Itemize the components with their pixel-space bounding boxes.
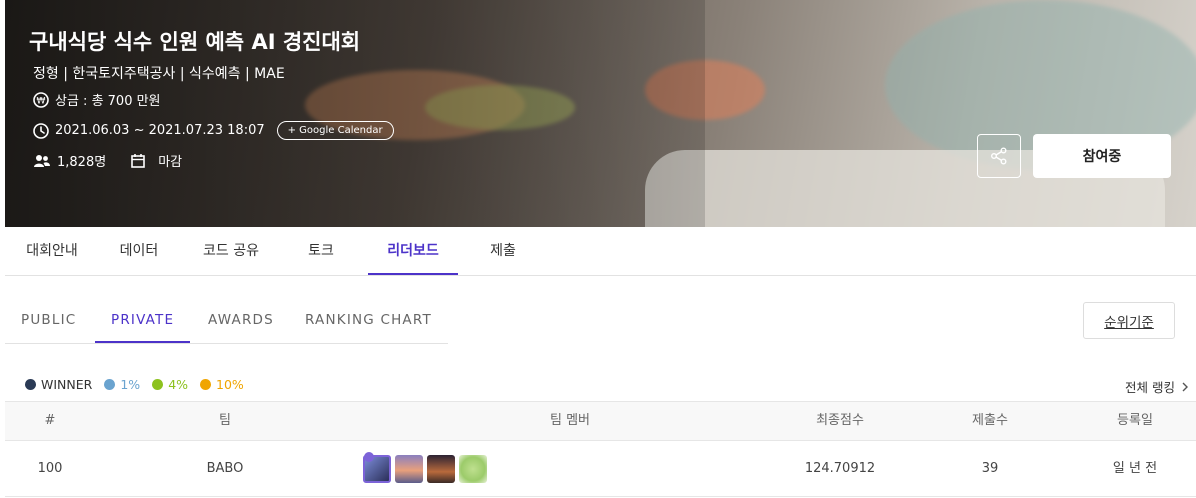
people-icon (34, 154, 50, 167)
main-tab-bar: 대회안내 데이터 코드 공유 토크 리더보드 제출 (5, 227, 1196, 276)
calendar-icon (131, 153, 145, 168)
subtab-private[interactable]: PRIVATE (95, 297, 191, 343)
legend-label: 4% (168, 377, 189, 392)
tab-code-share[interactable]: 코드 공유 (195, 227, 267, 275)
legend-label: WINNER (41, 377, 93, 392)
row-team[interactable]: BABO (165, 441, 285, 497)
deadline-status: 마감 (130, 151, 182, 170)
won-icon: ₩ (33, 91, 49, 108)
row-submissions: 39 (981, 461, 999, 476)
participants-count: 1,828명 (57, 155, 107, 170)
col-members: 팀 멤버 (549, 413, 590, 428)
svg-text:₩: ₩ (37, 96, 46, 106)
row-score: 124.70912 (804, 461, 876, 476)
tab-talk[interactable]: 토크 (298, 227, 344, 275)
legend-dot (152, 379, 164, 390)
leaderboard-header: # 팀 팀 멤버 최종점수 제출수 등록일 (5, 401, 1196, 441)
avatar[interactable] (459, 455, 487, 483)
clock-icon (33, 122, 49, 139)
prize-row: ₩ 상금 : 총 700 만원 (33, 90, 161, 109)
legend-label: 1% (120, 377, 141, 392)
legend-top10: 10% (200, 377, 244, 392)
subtab-awards[interactable]: AWARDS (208, 297, 274, 343)
full-ranking-label: 전체 랭킹 (1125, 380, 1175, 395)
col-rank: # (44, 413, 56, 428)
avatar[interactable] (427, 455, 455, 483)
subtab-public[interactable]: PUBLIC (21, 297, 76, 343)
legend-dot (200, 379, 212, 390)
competition-title: 구내식당 식수 인원 예측 AI 경진대회 (29, 30, 361, 54)
prize-text: 상금 : 총 700 만원 (55, 94, 161, 109)
tier-legend: WINNER 1% 4% 10% (25, 377, 256, 392)
leader-badge-icon (364, 452, 374, 462)
legend-winner: WINNER (25, 377, 92, 392)
participants-row: 1,828명 마감 (33, 151, 182, 170)
member-avatars (363, 455, 491, 483)
col-registered: 등록일 (1117, 413, 1153, 428)
legend-dot (25, 379, 36, 390)
competition-meta: 정형 | 한국토지주택공사 | 식수예측 | MAE (33, 66, 285, 82)
google-calendar-button[interactable]: + Google Calendar (276, 121, 394, 140)
avatar[interactable] (395, 455, 423, 483)
legend-top4: 4% (152, 377, 188, 392)
row-registered: 일 년 전 (1112, 461, 1158, 476)
status-text: 마감 (158, 155, 183, 170)
period-row: 2021.06.03 ~ 2021.07.23 18:07 + Google C… (33, 121, 394, 140)
col-team: 팀 (219, 413, 231, 428)
table-row[interactable]: 100 BABO 124.70912 39 일 년 전 (5, 441, 1196, 497)
tab-leaderboard[interactable]: 리더보드 (368, 227, 458, 275)
leaderboard-sub-tabs: PUBLIC PRIVATE AWARDS RANKING CHART (5, 297, 448, 344)
full-ranking-link[interactable]: 전체 랭킹 (1125, 377, 1191, 396)
join-button[interactable]: 참여중 (1033, 134, 1171, 178)
subtab-ranking-chart[interactable]: RANKING CHART (305, 297, 432, 343)
period-text: 2021.06.03 ~ 2021.07.23 18:07 (55, 123, 265, 138)
tab-overview[interactable]: 대회안내 (19, 227, 85, 275)
legend-label: 10% (216, 377, 244, 392)
legend-dot (104, 379, 116, 390)
col-submissions: 제출수 (972, 413, 1008, 428)
tab-submit[interactable]: 제출 (482, 227, 524, 275)
chevron-right-icon (1182, 382, 1188, 391)
legend-top1: 1% (104, 377, 140, 392)
share-icon (991, 147, 1007, 165)
row-rank: 100 (37, 461, 63, 476)
tab-data[interactable]: 데이터 (111, 227, 167, 275)
share-button[interactable] (977, 134, 1021, 178)
col-score: 최종점수 (816, 413, 864, 428)
rank-basis-button[interactable]: 순위기준 (1083, 302, 1175, 339)
